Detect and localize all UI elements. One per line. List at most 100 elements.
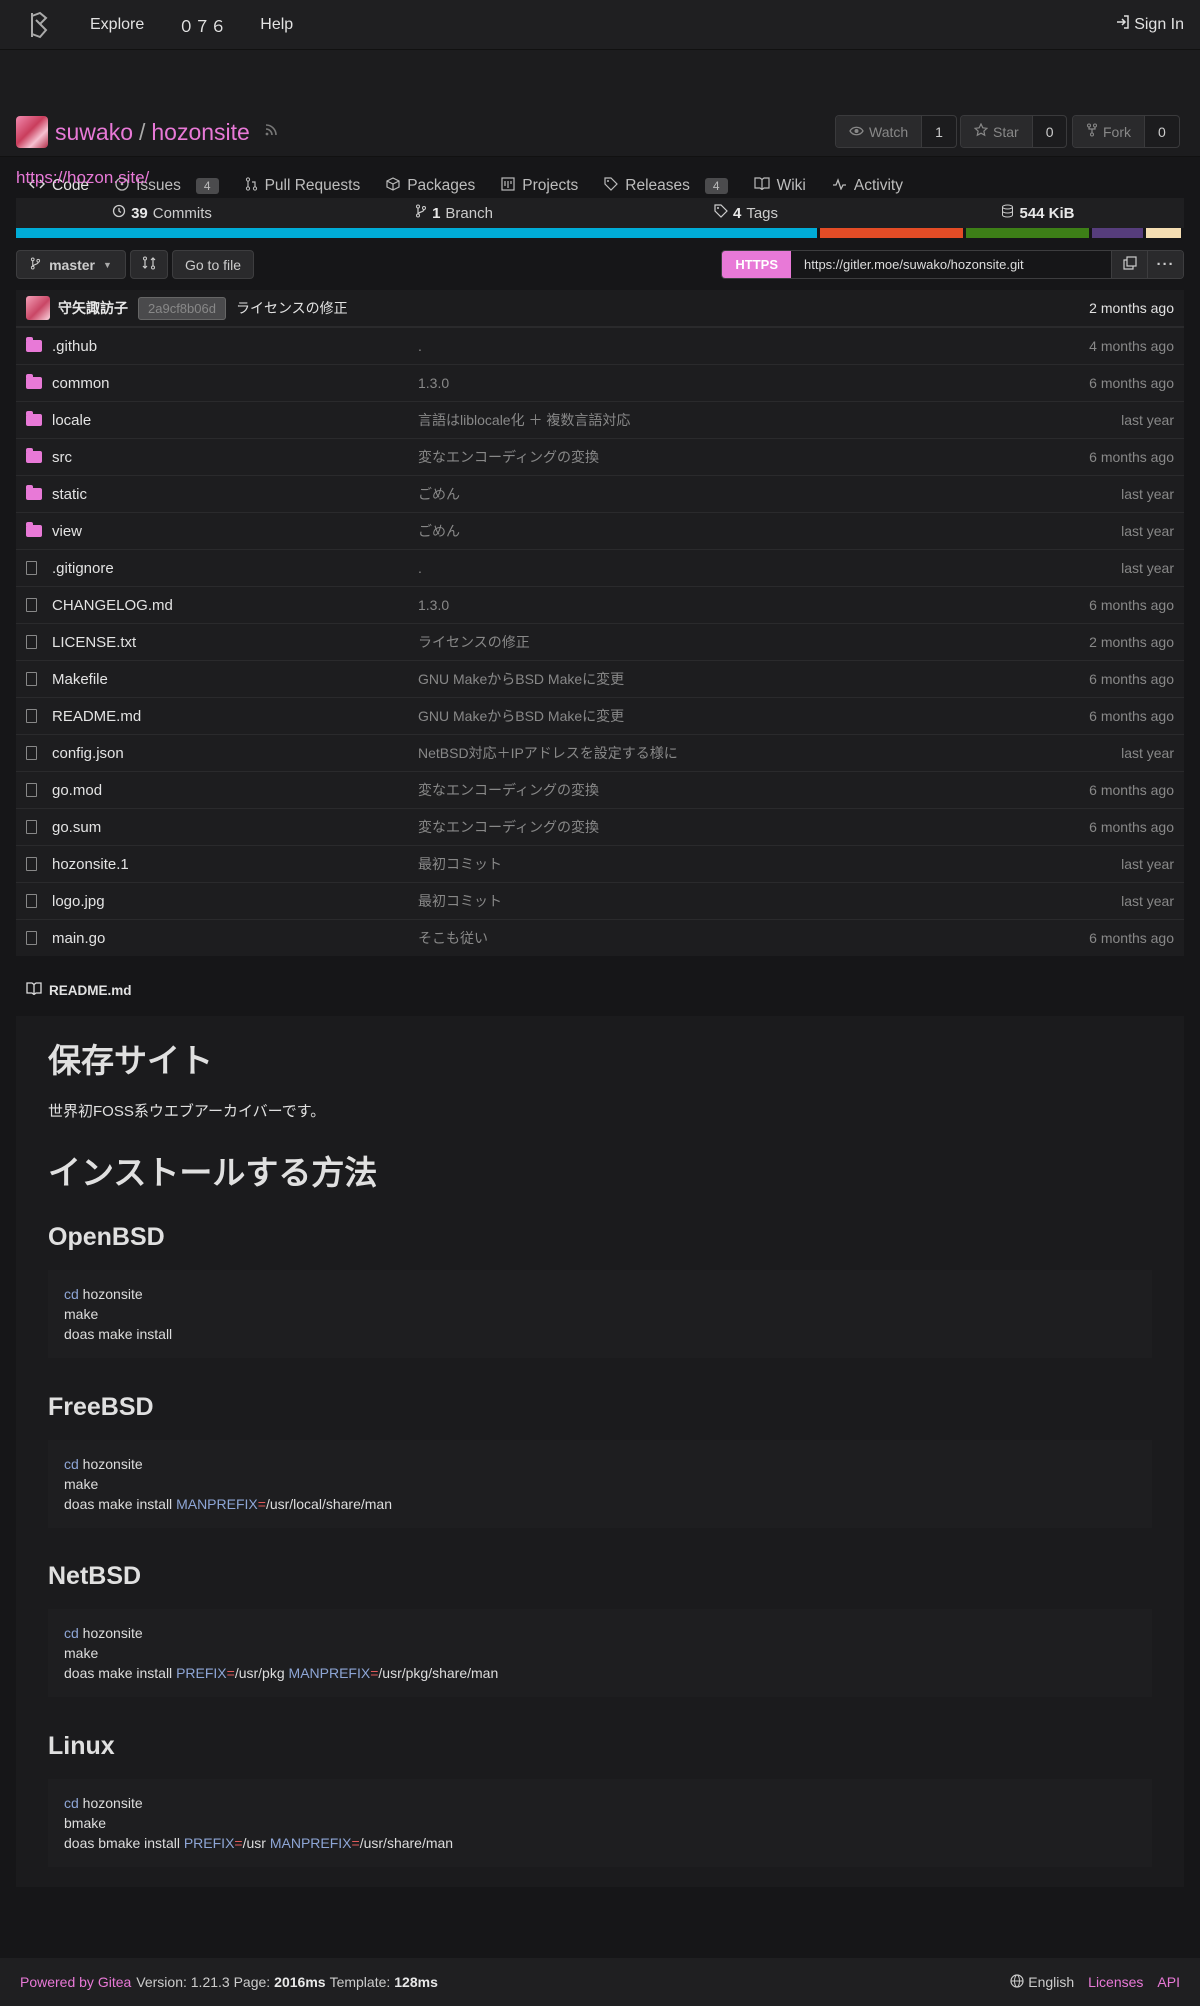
repo-name-link[interactable]: hozonsite [151,119,249,146]
language-segment[interactable] [966,228,1089,238]
commit-message[interactable]: ライセンスの修正 [236,298,348,318]
file-commit-age: last year [1121,856,1174,872]
language-segment[interactable] [820,228,964,238]
language-segment[interactable] [1091,228,1144,238]
fork-count[interactable]: 0 [1145,116,1179,147]
watch-button[interactable]: Watch [836,116,923,147]
powered-by-link[interactable]: Powered by Gitea [20,1974,131,1990]
file-name-link[interactable]: logo.jpg [48,893,418,910]
api-link[interactable]: API [1157,1974,1180,1990]
project-icon [501,176,515,196]
file-name-link[interactable]: view [48,523,418,540]
file-name-link[interactable]: config.json [48,745,418,762]
tags-stat[interactable]: 4 Tags [600,204,892,222]
nav-076[interactable]: ０７６ [178,13,226,37]
copy-url-button[interactable] [1111,251,1147,278]
repo-owner-link[interactable]: suwako [55,119,133,146]
file-commit-message[interactable]: 変なエンコーディングの変換 [418,817,599,837]
code-block[interactable]: cd hozonsite make doas make install MANPRE… [48,1440,1152,1528]
language-selector[interactable]: English [1010,1973,1074,1991]
commits-stat[interactable]: 39 Commits [16,204,308,222]
file-commit-message[interactable]: . [418,338,422,354]
file-name-link[interactable]: LICENSE.txt [48,634,418,651]
commit-sha[interactable]: 2a9cf8b06d [138,296,226,320]
file-commit-message[interactable]: NetBSD対応＋IPアドレスを設定する様に [418,743,678,763]
code-line: cd hozonsite [64,1284,1136,1304]
file-commit-age: 6 months ago [1089,597,1174,613]
sign-in-link[interactable]: Sign In [1116,15,1184,34]
file-row: .github. 4 months ago [16,327,1184,364]
branch-dropdown[interactable]: master ▼ [16,250,126,279]
repo-website-link[interactable]: https://hozon.site/ [16,168,149,188]
file-commit-message[interactable]: ごめん [418,521,460,541]
file-name-link[interactable]: README.md [48,708,418,725]
star-button[interactable]: Star [961,116,1033,147]
rss-icon[interactable] [264,123,278,142]
star-count[interactable]: 0 [1033,116,1067,147]
file-name-link[interactable]: go.sum [48,819,418,836]
readme-filename[interactable]: README.md [49,983,132,998]
language-stats-bar[interactable] [16,228,1184,238]
file-commit-message[interactable]: GNU MakeからBSD Makeに変更 [418,706,624,726]
site-logo[interactable] [22,8,56,42]
file-commit-message[interactable]: ごめん [418,484,460,504]
chevron-down-icon: ▼ [103,259,112,270]
file-name-link[interactable]: main.go [48,930,418,947]
readme-title: 保存サイト [48,1042,213,1079]
file-name-link[interactable]: go.mod [48,782,418,799]
file-name-link[interactable]: .github [48,338,418,355]
branch-count: 1 [432,204,441,222]
file-name-link[interactable]: static [48,486,418,503]
file-commit-message[interactable]: 言語はliblocale化 ＋ 複数言語対応 [418,410,630,430]
code-block[interactable]: cd hozonsite bmake doas bmake install PREF… [48,1779,1152,1867]
author-avatar[interactable] [26,296,50,320]
fork-icon [1086,123,1098,140]
file-commit-message[interactable]: 最初コミット [418,854,502,874]
file-name-link[interactable]: CHANGELOG.md [48,597,418,614]
nav-help[interactable]: Help [260,16,293,34]
code-block[interactable]: cd hozonsite make doas make install PREFIX… [48,1609,1152,1697]
language-segment[interactable] [1146,228,1181,238]
compare-button[interactable] [130,250,168,279]
fork-button[interactable]: Fork [1073,116,1145,147]
file-commit-message[interactable]: ライセンスの修正 [418,632,530,652]
file-commit-message[interactable]: GNU MakeからBSD Makeに変更 [418,669,624,689]
file-commit-message[interactable]: 変なエンコーディングの変換 [418,780,599,800]
clone-url-input[interactable] [791,251,1111,278]
file-icon [26,746,48,760]
tab-label: Activity [853,177,903,194]
file-name-link[interactable]: locale [48,412,418,429]
code-token: doas make install [64,1665,177,1681]
file-name-link[interactable]: hozonsite.1 [48,856,418,873]
file-commit-message[interactable]: . [418,560,422,576]
watch-count[interactable]: 1 [922,116,956,147]
file-commit-message[interactable]: 1.3.0 [418,597,449,613]
branches-stat[interactable]: 1 Branch [308,204,600,222]
clone-protocol-button[interactable]: HTTPS [722,251,791,278]
commit-author[interactable]: 守矢諏訪子 [58,298,128,318]
watch-label: Watch [869,123,909,140]
file-name-link[interactable]: .gitignore [48,560,418,577]
sign-in-icon [1116,15,1130,34]
readme-section-heading: Linux [48,1732,115,1760]
licenses-link[interactable]: Licenses [1088,1974,1143,1990]
file-commit-message[interactable]: そこも従い [418,928,488,948]
size-stat: 544 KiB [892,204,1184,222]
file-name-link[interactable]: src [48,449,418,466]
code-token: cd [64,1286,79,1302]
file-name-link[interactable]: common [48,375,418,392]
go-to-file-button[interactable]: Go to file [172,250,254,279]
more-options-button[interactable]: ··· [1147,251,1183,278]
language-segment[interactable] [16,228,818,238]
file-commit-message[interactable]: 最初コミット [418,891,502,911]
code-line: cd hozonsite [64,1454,1136,1474]
file-commit-age: 2 months ago [1089,634,1174,650]
file-commit-message[interactable]: 変なエンコーディングの変換 [418,447,599,467]
file-name-link[interactable]: Makefile [48,671,418,688]
template-time: 128ms [394,1974,438,1990]
folder-icon [26,411,48,426]
file-commit-message[interactable]: 1.3.0 [418,375,449,391]
repo-size: 544 KiB [1019,204,1075,222]
nav-explore[interactable]: Explore [90,16,144,34]
code-block[interactable]: cd hozonsite make doas make install [48,1270,1152,1358]
